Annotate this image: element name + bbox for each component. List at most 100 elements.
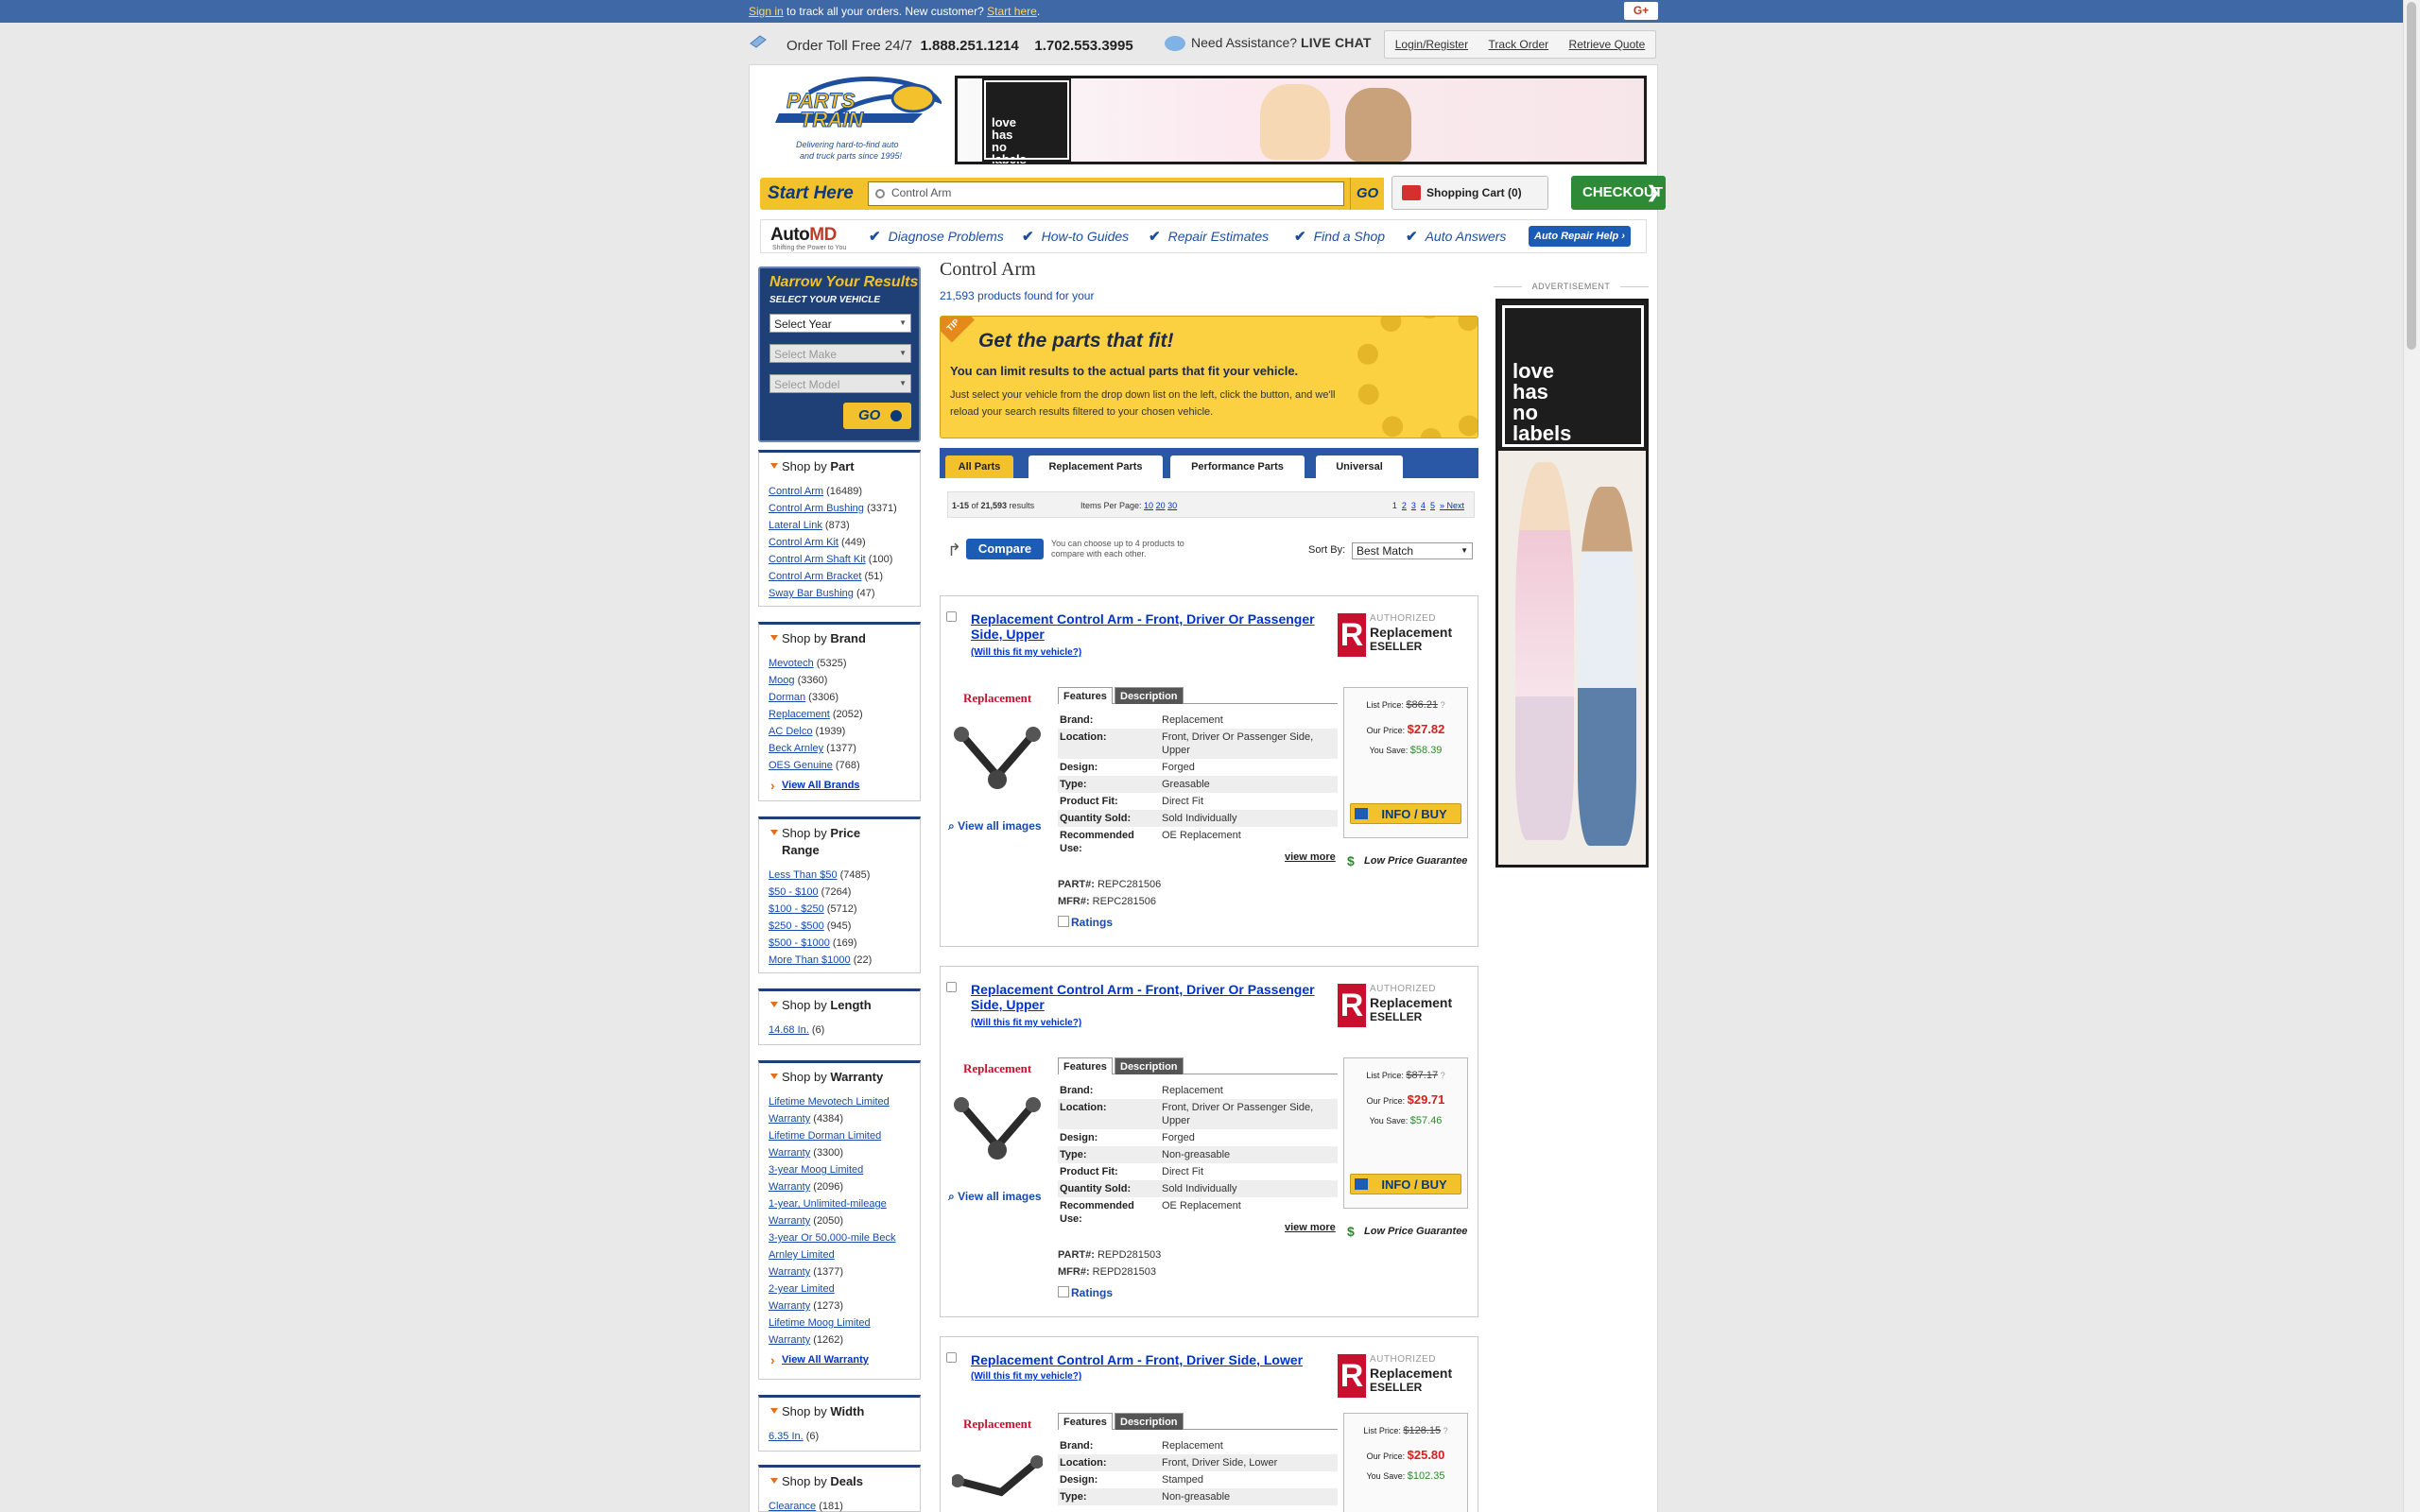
auto-repair-help-button[interactable]: Auto Repair Help › — [1529, 226, 1631, 247]
info-buy-button[interactable]: INFO / BUY — [1350, 803, 1461, 824]
control-arm-image[interactable] — [952, 1088, 1043, 1167]
facet-link[interactable]: 3-year Moog Limited — [769, 1164, 863, 1176]
control-arm-image[interactable] — [952, 717, 1043, 797]
sign-in-link[interactable]: Sign in — [749, 5, 784, 18]
view-all-images-link[interactable]: ⌕ View all images — [948, 1190, 1042, 1204]
view-all-warranty-link[interactable]: View All Warranty — [782, 1354, 869, 1366]
select-year[interactable]: Select Year — [769, 314, 911, 333]
facet-link[interactable]: $250 - $500 — [769, 920, 824, 932]
facet-link[interactable]: Control Arm Kit — [769, 537, 838, 548]
fit-check-link[interactable]: (Will this fit my vehicle?) — [971, 1371, 1081, 1382]
facet-link-cont[interactable]: Warranty — [769, 1266, 810, 1278]
low-price-guarantee[interactable]: Low Price Guarantee — [1343, 1224, 1468, 1239]
tab-replacement-parts[interactable]: Replacement Parts — [1028, 455, 1163, 478]
facet-title[interactable]: Shop by Length — [769, 997, 910, 1014]
page-link[interactable]: 4 — [1421, 501, 1426, 510]
select-model[interactable]: Select Model — [769, 374, 911, 393]
facet-link-cont[interactable]: Arnley Limited — [769, 1249, 835, 1261]
help-icon[interactable]: ? — [1443, 1426, 1448, 1435]
facet-title[interactable]: Shop by Width — [769, 1403, 910, 1420]
sort-select[interactable]: Best Match — [1352, 542, 1473, 559]
facet-link[interactable]: Lifetime Moog Limited — [769, 1317, 871, 1329]
facet-link-cont[interactable]: Warranty — [769, 1334, 810, 1346]
info-buy-button[interactable]: INFO / BUY — [1350, 1174, 1461, 1194]
view-all-images-link[interactable]: ⌕ View all images — [948, 819, 1042, 833]
facet-link[interactable]: Lifetime Dorman Limited — [769, 1130, 881, 1142]
page-link[interactable]: 5 — [1430, 501, 1435, 510]
facet-title[interactable]: Shop by Brand — [769, 630, 910, 647]
tab-features[interactable]: Features — [1058, 1413, 1113, 1430]
select-make[interactable]: Select Make — [769, 344, 911, 363]
facet-link-cont[interactable]: Warranty — [769, 1215, 810, 1227]
facet-link[interactable]: Replacement — [769, 709, 830, 720]
facet-link[interactable]: 1-year, Unlimited-mileage — [769, 1198, 887, 1210]
ipp-option[interactable]: 10 — [1144, 501, 1153, 510]
tab-performance-parts[interactable]: Performance Parts — [1170, 455, 1305, 478]
facet-link[interactable]: 6.35 In. — [769, 1431, 804, 1442]
compare-checkbox[interactable] — [946, 982, 957, 992]
parts-train-logo[interactable]: PARTS TRAIN Delivering hard-to-find auto… — [771, 76, 942, 168]
facet-link[interactable]: Moog — [769, 675, 795, 686]
vehicle-go-button[interactable]: GO — [843, 403, 911, 429]
view-more-link[interactable]: view more — [1285, 851, 1336, 863]
search-input[interactable]: Control Arm — [868, 181, 1344, 206]
automd-repair-estimates[interactable]: ✔ Repair Estimates — [1149, 228, 1269, 245]
facet-link[interactable]: Less Than $50 — [769, 869, 838, 881]
checkout-button[interactable]: CHECKOUT — [1571, 176, 1666, 210]
product-title[interactable]: Replacement Control Arm - Front, Driver … — [971, 611, 1330, 642]
facet-link-cont[interactable]: Warranty — [769, 1147, 810, 1159]
facet-link-cont[interactable]: Warranty — [769, 1113, 810, 1125]
facet-link[interactable]: Lateral Link — [769, 520, 822, 531]
facet-link[interactable]: 2-year Limited — [769, 1283, 835, 1295]
product-title[interactable]: Replacement Control Arm - Front, Driver … — [971, 1352, 1330, 1367]
search-go-button[interactable]: GO — [1350, 178, 1384, 210]
automd-how-to-guides[interactable]: ✔ How-to Guides — [1022, 228, 1129, 245]
control-arm-image[interactable] — [952, 1443, 1043, 1509]
facet-link[interactable]: $500 - $1000 — [769, 937, 830, 949]
help-icon[interactable]: ? — [1441, 700, 1445, 710]
tab-all-parts[interactable]: All Parts — [945, 455, 1013, 478]
track-order-link[interactable]: Track Order — [1489, 38, 1549, 51]
facet-title[interactable]: Shop by Warranty — [769, 1069, 910, 1086]
automd-logo[interactable]: AutoMD — [770, 225, 837, 246]
retrieve-quote-link[interactable]: Retrieve Quote — [1569, 38, 1646, 51]
facet-link-cont[interactable]: Warranty — [769, 1181, 810, 1193]
view-all-brands-link[interactable]: View All Brands — [782, 780, 860, 791]
compare-checkbox[interactable] — [946, 611, 957, 622]
page-link[interactable]: 2 — [1402, 501, 1407, 510]
facet-link[interactable]: 14.68 In. — [769, 1024, 809, 1036]
facet-link[interactable]: Control Arm Shaft Kit — [769, 554, 866, 565]
facet-link[interactable]: Clearance — [769, 1501, 816, 1512]
facet-link[interactable]: 3-year Or 50,000-mile Beck — [769, 1232, 896, 1244]
google-plus-button[interactable]: G+ — [1624, 2, 1658, 20]
tab-description[interactable]: Description — [1115, 1057, 1184, 1074]
view-more-link[interactable]: view more — [1285, 1222, 1336, 1233]
automd-diagnose-problems[interactable]: ✔ Diagnose Problems — [869, 228, 1004, 245]
start-here-link[interactable]: Start here — [987, 5, 1037, 18]
page-link[interactable]: 3 — [1411, 501, 1416, 510]
automd-find-a-shop[interactable]: ✔ Find a Shop — [1294, 228, 1385, 245]
facet-link[interactable]: Control Arm — [769, 486, 823, 497]
tab-features[interactable]: Features — [1058, 1057, 1113, 1074]
fit-check-link[interactable]: (Will this fit my vehicle?) — [971, 1018, 1081, 1028]
facet-title[interactable]: Shop by Deals — [769, 1473, 910, 1490]
facet-title[interactable]: Shop by Part — [769, 458, 910, 475]
product-title[interactable]: Replacement Control Arm - Front, Driver … — [971, 982, 1330, 1012]
facet-link[interactable]: Sway Bar Bushing — [769, 588, 854, 599]
tab-description[interactable]: Description — [1115, 1413, 1184, 1430]
facet-link[interactable]: $100 - $250 — [769, 903, 824, 915]
facet-link[interactable]: Mevotech — [769, 658, 814, 669]
compare-checkbox[interactable] — [946, 1352, 957, 1363]
low-price-guarantee[interactable]: Low Price Guarantee — [1343, 853, 1468, 868]
fit-check-link[interactable]: (Will this fit my vehicle?) — [971, 647, 1081, 658]
facet-link[interactable]: More Than $1000 — [769, 954, 851, 966]
facet-link-cont[interactable]: Warranty — [769, 1300, 810, 1312]
automd-auto-answers[interactable]: ✔ Auto Answers — [1406, 228, 1506, 245]
banner-ad[interactable]: love has no labels — [955, 76, 1647, 165]
login-register-link[interactable]: Login/Register — [1395, 38, 1468, 51]
facet-link[interactable]: Control Arm Bushing — [769, 503, 864, 514]
ipp-option[interactable]: 20 — [1156, 501, 1166, 510]
facet-link[interactable]: OES Genuine — [769, 760, 833, 771]
facet-link[interactable]: AC Delco — [769, 726, 812, 737]
help-icon[interactable]: ? — [1441, 1071, 1445, 1080]
